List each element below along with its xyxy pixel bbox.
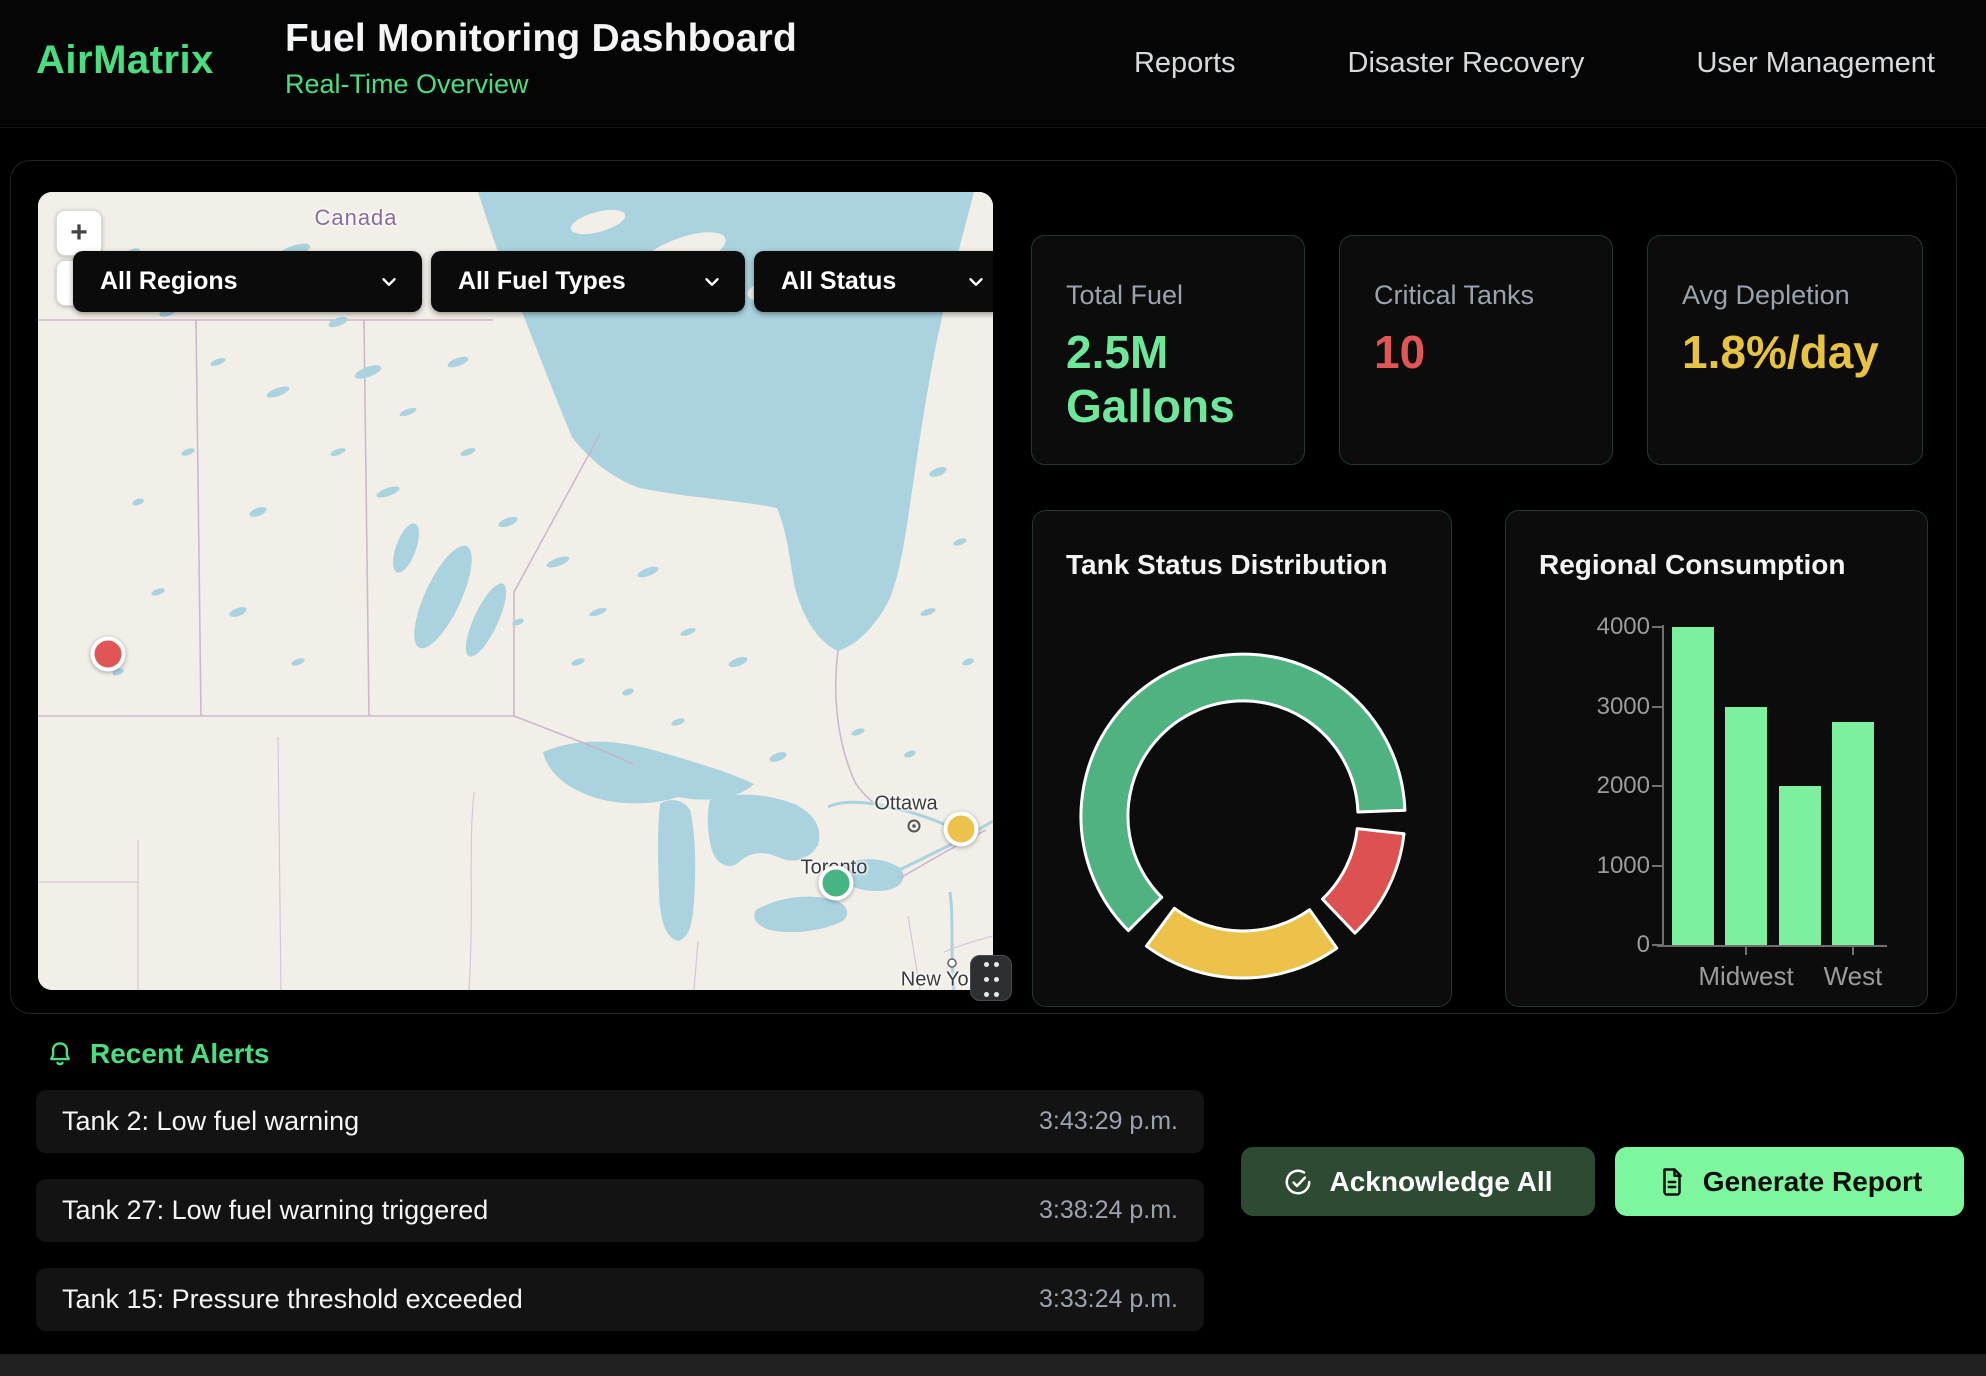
y-axis-tick [1652, 785, 1662, 787]
map-resize-grip-handle[interactable] [970, 955, 1012, 1001]
alert-timestamp: 3:38:24 p.m. [1039, 1196, 1178, 1225]
nav-item-user-management[interactable]: User Management [1696, 47, 1935, 80]
alert-message: Tank 27: Low fuel warning triggered [62, 1195, 488, 1226]
chevron-down-icon [965, 271, 987, 293]
acknowledge-all-label: Acknowledge All [1329, 1166, 1552, 1198]
map-zoom-in-button[interactable]: + [56, 210, 102, 256]
page-title: Fuel Monitoring Dashboard [285, 17, 797, 61]
stat-label: Avg Depletion [1682, 280, 1922, 311]
status-filter-label: All Status [781, 267, 896, 296]
y-axis-tick-label: 4000 [1560, 613, 1650, 641]
chevron-down-icon [701, 271, 723, 293]
map-label-canada: Canada [314, 205, 397, 231]
acknowledge-all-button[interactable]: Acknowledge All [1241, 1147, 1595, 1216]
brand-logo: AirMatrix [36, 38, 214, 83]
recent-alerts-title: Recent Alerts [90, 1038, 269, 1070]
nav-item-disaster-recovery[interactable]: Disaster Recovery [1348, 47, 1585, 80]
fuel-type-filter-dropdown[interactable]: All Fuel Types [431, 251, 745, 312]
y-axis-tick [1652, 706, 1662, 708]
stat-value-total-fuel: 2.5M Gallons [1066, 325, 1251, 434]
alert-timestamp: 3:43:29 p.m. [1039, 1107, 1178, 1136]
bar-region-0 [1672, 627, 1714, 945]
y-axis-tick-label: 1000 [1560, 852, 1650, 880]
alert-row: Tank 15: Pressure threshold exceeded 3:3… [36, 1268, 1204, 1331]
title-block: Fuel Monitoring Dashboard Real-Time Over… [285, 17, 797, 100]
y-axis-tick [1652, 865, 1662, 867]
y-axis-tick [1652, 626, 1662, 628]
map-label-ottawa: Ottawa [874, 793, 937, 816]
donut-segment-critical [1323, 829, 1405, 934]
stat-card-total-fuel: Total Fuel 2.5M Gallons [1031, 235, 1305, 465]
alert-message: Tank 2: Low fuel warning [62, 1106, 359, 1137]
header: AirMatrix Fuel Monitoring Dashboard Real… [0, 0, 1986, 128]
x-axis-tick [1745, 947, 1747, 955]
page-subtitle: Real-Time Overview [285, 69, 797, 100]
bar-region-3 [1832, 722, 1874, 945]
stat-card-avg-depletion: Avg Depletion 1.8%/day [1647, 235, 1923, 465]
y-axis-tick-label: 0 [1560, 931, 1650, 959]
stat-value-critical-tanks: 10 [1374, 325, 1559, 379]
stat-card-critical-tanks: Critical Tanks 10 [1339, 235, 1613, 465]
stat-value-avg-depletion: 1.8%/day [1682, 325, 1867, 379]
x-axis-tick [1852, 947, 1854, 955]
bar-region-2 [1779, 786, 1821, 945]
y-axis-tick-label: 3000 [1560, 693, 1650, 721]
fuel-site-marker-warning[interactable] [943, 811, 978, 846]
tank-status-chart-card: Tank Status Distribution [1032, 510, 1452, 1007]
generate-report-button[interactable]: Generate Report [1615, 1147, 1964, 1216]
regional-consumption-bar-chart: 01000200030004000MidwestWest [1506, 511, 1929, 1008]
tank-status-donut-chart [1033, 511, 1453, 1008]
donut-segment-warning [1146, 908, 1336, 978]
recent-alerts-header: Recent Alerts [45, 1038, 269, 1070]
fuel-site-marker-normal[interactable] [819, 866, 854, 901]
region-filter-label: All Regions [100, 267, 238, 296]
y-axis-tick-label: 2000 [1560, 772, 1650, 800]
fuel-sites-map[interactable]: Canada Ottawa Toronto New York + All Reg… [38, 192, 993, 990]
fuel-type-filter-label: All Fuel Types [458, 267, 626, 296]
horizontal-scrollbar[interactable] [0, 1354, 1986, 1376]
main-nav: Reports Disaster Recovery User Managemen… [1134, 0, 1935, 127]
y-axis-line [1662, 625, 1664, 947]
bar-region-1 [1725, 707, 1767, 946]
alert-row: Tank 2: Low fuel warning 3:43:29 p.m. [36, 1090, 1204, 1153]
nav-item-reports[interactable]: Reports [1134, 47, 1236, 80]
file-report-icon [1657, 1167, 1687, 1197]
fuel-site-marker-critical[interactable] [90, 637, 125, 672]
regional-consumption-chart-card: Regional Consumption 01000200030004000Mi… [1505, 510, 1928, 1007]
x-axis-tick-label: West [1783, 961, 1923, 992]
alert-timestamp: 3:33:24 p.m. [1039, 1285, 1178, 1314]
status-filter-dropdown[interactable]: All Status [754, 251, 993, 312]
chart-title: Tank Status Distribution [1066, 549, 1388, 581]
dashboard-root: AirMatrix Fuel Monitoring Dashboard Real… [0, 0, 1986, 1376]
bell-icon [45, 1038, 75, 1070]
region-filter-dropdown[interactable]: All Regions [73, 251, 422, 312]
generate-report-label: Generate Report [1703, 1166, 1922, 1198]
y-axis-tick [1652, 944, 1662, 946]
alert-message: Tank 15: Pressure threshold exceeded [62, 1284, 523, 1315]
chevron-down-icon [378, 271, 400, 293]
alert-row: Tank 27: Low fuel warning triggered 3:38… [36, 1179, 1204, 1242]
stat-label: Critical Tanks [1374, 280, 1612, 311]
check-circle-icon [1283, 1167, 1313, 1197]
map-filters: All Regions All Fuel Types All Status [73, 251, 993, 312]
stat-label: Total Fuel [1066, 280, 1304, 311]
